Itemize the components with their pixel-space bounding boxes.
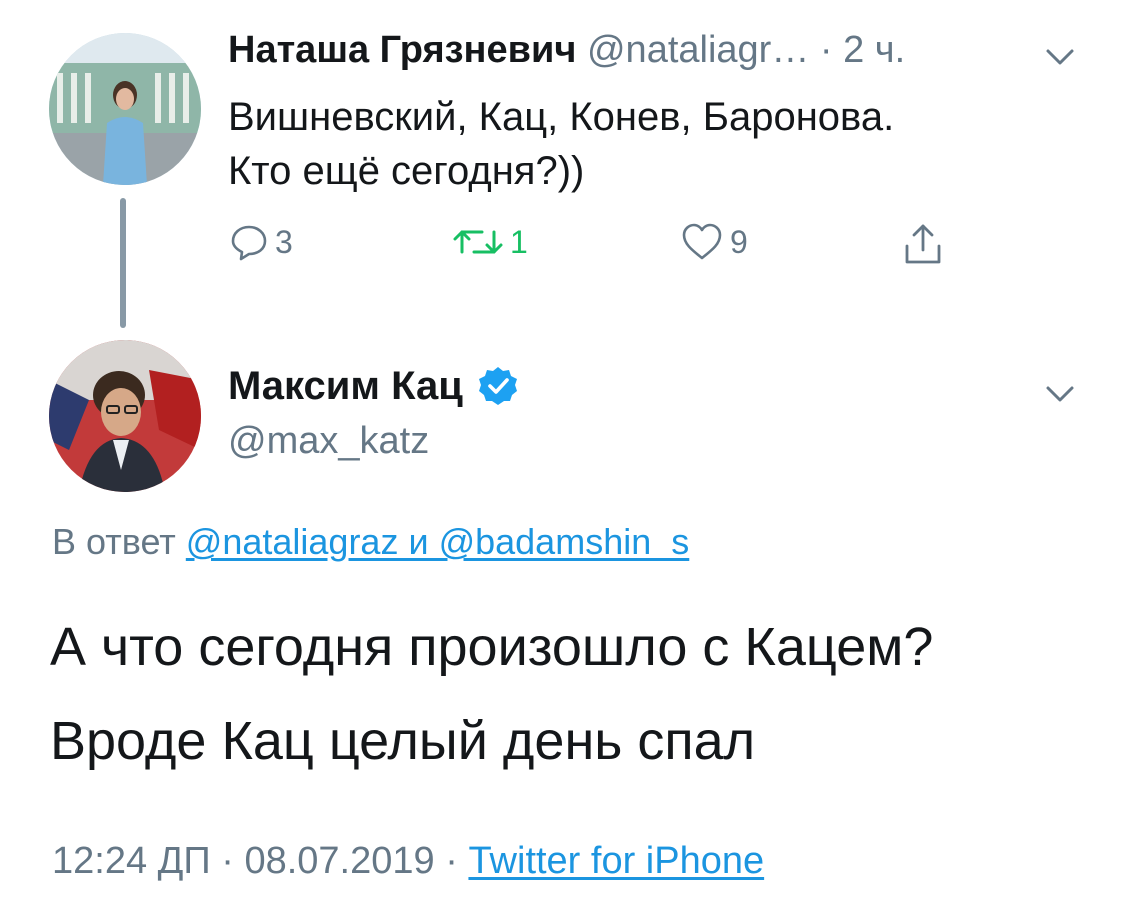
- tweet-source-link[interactable]: Twitter for iPhone: [468, 840, 764, 882]
- reply-tweet-text: А что сегодня произошло с Кацем? Вроде К…: [50, 600, 1110, 788]
- parent-avatar[interactable]: [49, 33, 201, 185]
- share-action[interactable]: [903, 222, 943, 266]
- reply-tweet-text-line: А что сегодня произошло с Кацем?: [50, 617, 934, 677]
- parent-tweet-time: · 2 ч.: [819, 29, 906, 71]
- retweet-action[interactable]: 1: [452, 222, 528, 262]
- replying-to-line: В ответ @nataliagraz и @badamshin_s: [52, 519, 689, 565]
- reply-count: 3: [275, 223, 293, 260]
- share-icon: [905, 224, 941, 264]
- parent-author-name[interactable]: Наташа Грязневич: [228, 29, 576, 71]
- chevron-down-icon[interactable]: [1045, 384, 1075, 404]
- heart-icon: [682, 223, 722, 260]
- reply-action[interactable]: 3: [229, 222, 293, 262]
- parent-tweet-text-line: Кто ещё сегодня?)): [228, 149, 585, 193]
- parent-tweet-text-line: Вишневский, Кац, Конев, Баронова.: [228, 95, 895, 139]
- like-action[interactable]: 9: [680, 222, 748, 262]
- reply-tweet-text-line: Вроде Кац целый день спал: [50, 711, 756, 771]
- retweet-icon: [453, 230, 503, 254]
- retweet-count: 1: [510, 223, 528, 260]
- parent-tweet-actions: 3 1 9: [0, 222, 1125, 266]
- verified-badge-icon: [478, 367, 517, 405]
- replying-to-prefix: В ответ: [52, 521, 176, 562]
- parent-tweet-text: Вишневский, Кац, Конев, Баронова. Кто ещ…: [228, 90, 1088, 198]
- tweet-metadata: 12:24 ДП · 08.07.2019 · Twitter for iPho…: [52, 836, 764, 886]
- reply-author-name-row: Максим Кац: [228, 362, 519, 410]
- chevron-down-icon[interactable]: [1045, 47, 1075, 67]
- comment-icon: [231, 225, 267, 261]
- reply-author-name[interactable]: Максим Кац: [228, 362, 463, 410]
- like-count: 9: [730, 223, 748, 260]
- reply-avatar[interactable]: [49, 340, 201, 492]
- parent-tweet-header: Наташа Грязневич @nataliagr… · 2 ч.: [228, 27, 905, 73]
- parent-author-handle[interactable]: @nataliagr…: [587, 29, 809, 71]
- reply-author-handle[interactable]: @max_katz: [228, 418, 429, 464]
- replying-to-mentions-link[interactable]: @nataliagraz и @badamshin_s: [186, 521, 689, 562]
- tweet-timestamp: 12:24 ДП · 08.07.2019 ·: [52, 840, 458, 882]
